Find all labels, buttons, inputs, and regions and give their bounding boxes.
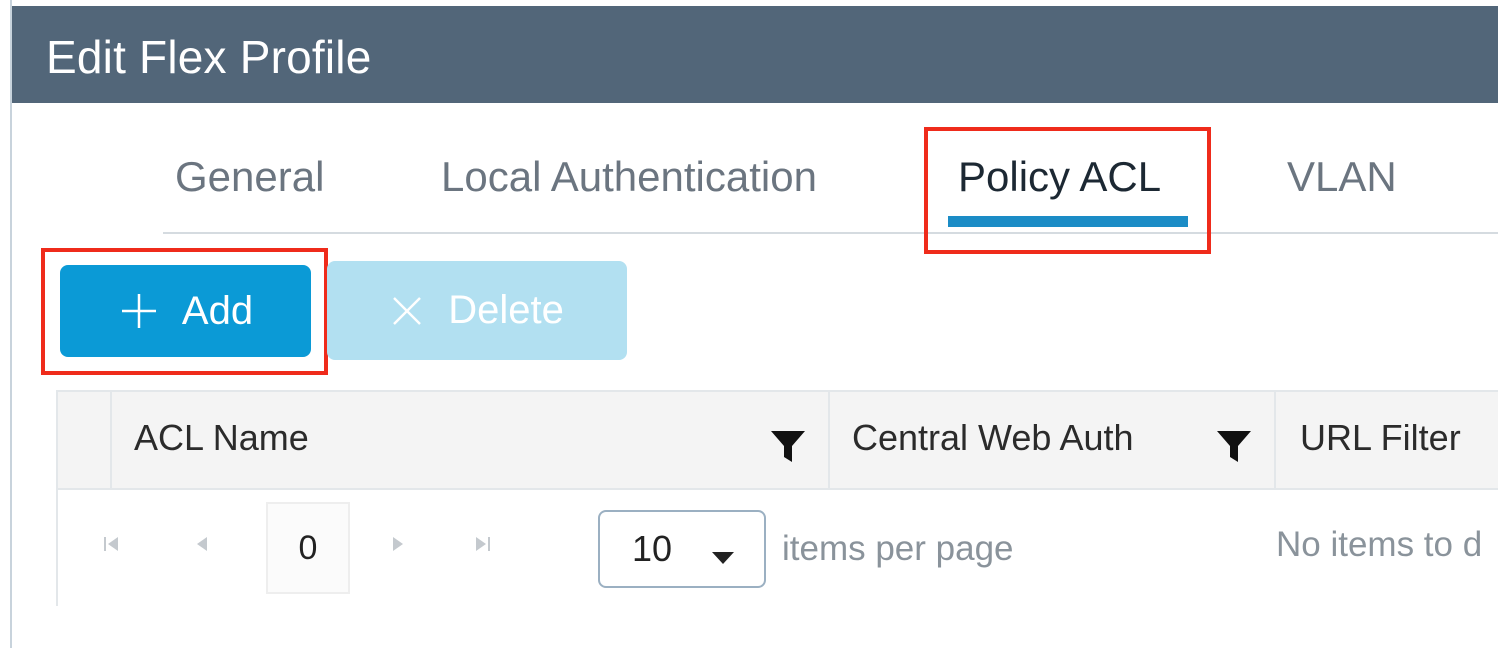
page-size-value: 10: [632, 528, 673, 569]
add-button-label: Add: [181, 288, 254, 333]
first-page-icon[interactable]: [102, 534, 122, 554]
add-button[interactable]: Add: [60, 265, 311, 357]
tab-bar: General Local Authentication Policy ACL …: [163, 140, 1498, 234]
filter-icon[interactable]: [770, 428, 806, 464]
dialog-title: Edit Flex Profile: [46, 31, 372, 83]
column-header-central-web-auth[interactable]: Central Web Auth: [828, 392, 1276, 488]
pager: 0 10 items per page No items to d: [58, 490, 1498, 606]
items-per-page-label: items per page: [782, 529, 1014, 568]
chevron-down-icon: [712, 552, 734, 564]
column-header-url-filter[interactable]: URL Filter: [1274, 392, 1498, 488]
policy-acl-tab-highlight: [924, 127, 1211, 254]
next-page-icon[interactable]: [388, 534, 408, 554]
pager-status-text: No items to d: [1276, 525, 1483, 564]
table-header: ACL Name Central Web Auth URL Filter: [58, 392, 1498, 490]
select-column-header[interactable]: [58, 392, 112, 488]
column-label-acl-name: ACL Name: [134, 417, 309, 458]
plus-icon: [121, 294, 156, 328]
tab-general[interactable]: General: [175, 152, 324, 202]
last-page-icon[interactable]: [472, 534, 492, 554]
delete-button[interactable]: Delete: [327, 261, 627, 360]
dialog-header: Edit Flex Profile: [12, 6, 1498, 103]
delete-button-label: Delete: [448, 288, 564, 332]
close-icon: [393, 296, 422, 325]
column-label-url-filter: URL Filter: [1300, 417, 1461, 458]
previous-page-icon[interactable]: [192, 534, 212, 554]
column-header-acl-name[interactable]: ACL Name: [110, 392, 830, 488]
current-page-number: 0: [266, 502, 350, 594]
tab-local-authentication[interactable]: Local Authentication: [441, 152, 817, 202]
acl-table: ACL Name Central Web Auth URL Filter 0 1…: [56, 390, 1498, 606]
filter-icon[interactable]: [1216, 428, 1252, 464]
tab-vlan[interactable]: VLAN: [1287, 152, 1397, 202]
column-label-central-web-auth: Central Web Auth: [852, 417, 1134, 458]
page-size-select[interactable]: 10: [598, 510, 766, 588]
